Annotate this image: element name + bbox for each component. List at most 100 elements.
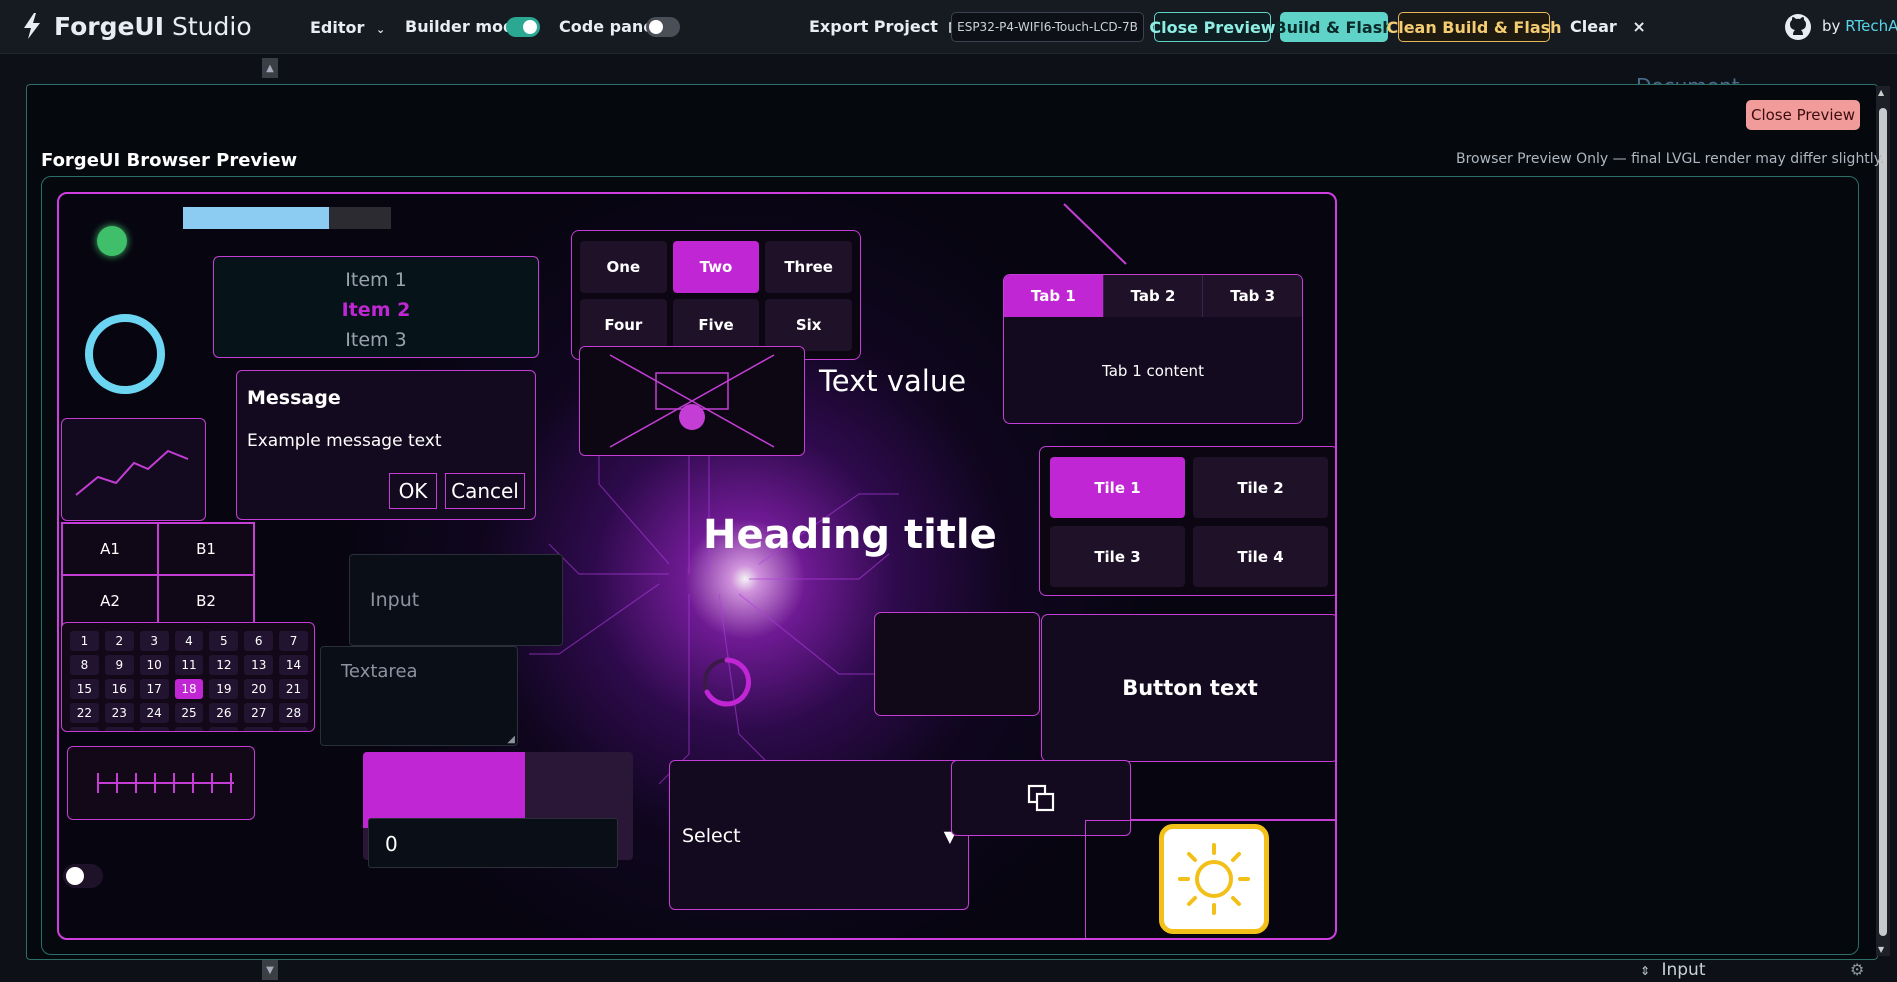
input-placeholder: Input [370,589,420,611]
editor-dropdown[interactable]: Editor ⌄ [310,18,385,37]
calendar-day[interactable]: 25 [174,703,204,723]
tab-content: Tab 1 content [1102,362,1204,380]
modal-close-preview-button[interactable]: Close Preview [1746,100,1860,130]
tile-1[interactable]: Tile 1 [1050,457,1185,518]
close-icon: × [1632,17,1646,36]
calendar-day[interactable]: 29 [70,727,99,731]
calendar-day[interactable]: 8 [70,655,99,675]
tile-3[interactable]: Tile 3 [1050,526,1185,587]
calendar-day[interactable]: 13 [244,655,274,675]
matrix-button[interactable]: Four [580,299,667,351]
scale-widget [67,746,255,820]
message-ok-button[interactable]: OK [389,473,437,509]
calendar-day[interactable]: 17 [139,679,169,699]
clean-build-flash-button[interactable]: Clean Build & Flash [1386,12,1562,42]
top-bar: ForgeUI Studio Editor ⌄ Builder mode Cod… [0,0,1897,54]
calendar-day[interactable]: 23 [104,703,134,723]
textarea[interactable]: Textarea ◢ [320,646,518,746]
calendar-day[interactable]: 19 [209,679,239,699]
scrollbar-thumb[interactable] [1879,108,1887,936]
calendar-day[interactable]: 28 [279,703,308,723]
calendar-day[interactable]: 24 [139,703,169,723]
chart-line-icon [75,449,189,496]
table: A1 B1 A2 B2 [61,522,255,628]
builder-mode-toggle[interactable] [506,17,540,37]
calendar-day[interactable]: 16 [104,679,134,699]
calendar-day[interactable]: 22 [70,703,99,723]
message-cancel-button[interactable]: Cancel [445,473,525,509]
progress-bar [183,207,391,229]
matrix-button[interactable]: Two [672,241,760,293]
arc-ring[interactable] [85,314,165,394]
matrix-button[interactable]: Six [765,299,852,351]
matrix-button[interactable]: Five [672,299,760,351]
github-icon[interactable] [1784,13,1812,41]
calendar-day[interactable]: 10 [139,655,169,675]
roller-item[interactable]: Item 3 [214,325,538,355]
calendar-day[interactable]: 21 [279,679,308,699]
modal-scrollbar[interactable]: ▲ ▼ [1876,86,1890,956]
calendar-day[interactable]: 3 [139,631,169,651]
calendar[interactable]: 1 2 3 4 5 6 7 8 9 10 11 12 13 14 15 16 17 18 19 20 21 22 23 24 2… [61,622,315,732]
calendar-day[interactable]: 7 [279,631,308,651]
calendar-day[interactable]: 26 [209,703,239,723]
calendar-empty-cell [279,727,308,731]
build-flash-button[interactable]: Build & Flash [1274,12,1394,42]
device-select[interactable]: ESP32-P4-WIFI6-Touch-LCD-7B [951,12,1144,42]
scroll-down-icon: ▼ [1878,945,1885,954]
message-box: Message Example message text OK Cancel [236,370,536,520]
scroll-up-arrow[interactable]: ▲ [262,58,278,78]
text-input[interactable]: Input [349,554,563,646]
brightness-button[interactable] [1159,824,1269,934]
export-project-link[interactable]: Export Project [809,17,963,36]
calendar-empty-cell [209,727,239,731]
by-label: by [1822,17,1841,35]
calendar-day[interactable]: 30 [104,727,134,731]
resize-handle-icon[interactable]: ◢ [507,734,515,745]
author-link[interactable]: RTechA [1845,17,1897,35]
matrix-button[interactable]: Three [765,241,852,293]
calendar-day[interactable]: 6 [244,631,274,651]
roller-item[interactable]: Item 1 [214,265,538,295]
calendar-day[interactable]: 20 [244,679,274,699]
tab-3[interactable]: Tab 3 [1202,275,1302,317]
scroll-up-icon: ▲ [1878,88,1885,97]
brand-bold: ForgeUI [54,12,165,41]
calendar-day[interactable]: 18 [174,679,204,699]
roller-item[interactable]: Item 2 [214,295,538,325]
calendar-day[interactable]: 14 [279,655,308,675]
tile-2[interactable]: Tile 2 [1193,457,1328,518]
line-widget [1063,203,1127,265]
preview-title: ForgeUI Browser Preview [41,150,298,171]
calendar-day[interactable]: 5 [209,631,239,651]
clear-label: Clear [1570,17,1617,36]
text-value-label: Text value [819,364,967,398]
calendar-day[interactable]: 4 [174,631,204,651]
spinbox[interactable]: 0 [368,818,618,868]
tab-2[interactable]: Tab 2 [1102,275,1203,317]
calendar-day[interactable]: 1 [70,631,99,651]
tile-4[interactable]: Tile 4 [1193,526,1328,587]
matrix-button[interactable]: One [580,241,667,293]
message-text: Example message text [247,431,442,451]
editor-label: Editor [310,18,365,37]
ruler-icon [97,773,234,793]
tab-1[interactable]: Tab 1 [1004,275,1103,317]
calendar-day[interactable]: 12 [209,655,239,675]
switch[interactable] [63,864,103,888]
image-icon [609,354,775,448]
roller[interactable]: Item 1 Item 2 Item 3 [213,256,539,358]
code-panel-toggle[interactable] [646,17,680,37]
close-preview-button[interactable]: Close Preview [1149,12,1276,42]
select-dropdown[interactable]: Select ▼ [669,760,969,910]
chart-widget [61,418,206,521]
calendar-day[interactable]: 15 [70,679,99,699]
calendar-day[interactable]: 9 [104,655,134,675]
gear-icon[interactable]: ⚙ [1850,960,1864,979]
scroll-down-arrow[interactable]: ▼ [262,960,278,980]
calendar-day[interactable]: 11 [174,655,204,675]
calendar-day[interactable]: 2 [104,631,134,651]
main-button[interactable]: Button text [1041,614,1335,762]
clear-button[interactable]: Clear × [1570,17,1646,36]
calendar-day[interactable]: 27 [244,703,274,723]
